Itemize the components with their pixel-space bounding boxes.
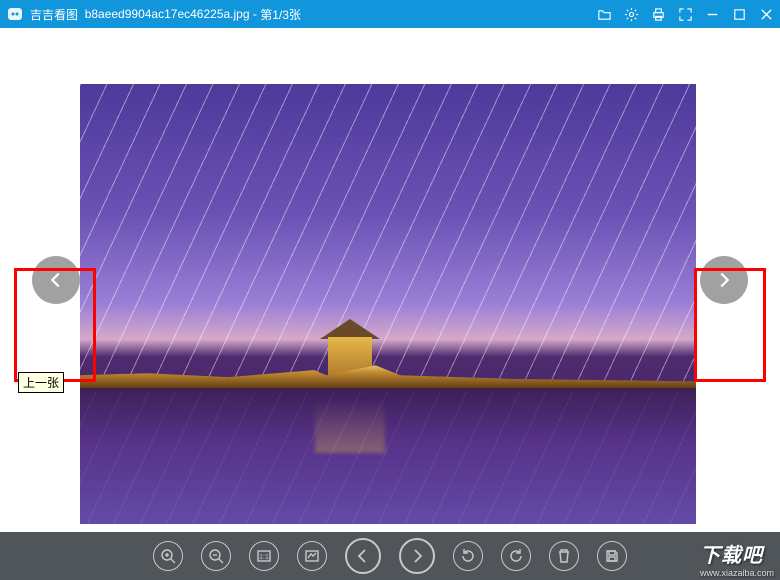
toolbar-next-button[interactable] bbox=[399, 538, 435, 574]
prev-tooltip: 上一张 bbox=[18, 372, 64, 393]
watermark-url: www.xiazaiba.com bbox=[700, 568, 774, 578]
watermark-brand: 下载吧 bbox=[700, 545, 763, 567]
gear-icon[interactable] bbox=[624, 7, 639, 22]
rotate-right-button[interactable] bbox=[501, 541, 531, 571]
annotation-box-right bbox=[694, 268, 766, 382]
title-bar: 吉吉看图 b8aeed9904ac17ec46225a.jpg - 第1/3张 bbox=[0, 0, 780, 28]
zoom-in-button[interactable] bbox=[153, 541, 183, 571]
image-viewer: 上一张 bbox=[0, 28, 780, 532]
file-name: b8aeed9904ac17ec46225a.jpg bbox=[85, 7, 250, 21]
toolbar-prev-button[interactable] bbox=[345, 538, 381, 574]
minimize-icon[interactable] bbox=[705, 7, 720, 22]
zoom-out-button[interactable] bbox=[201, 541, 231, 571]
actual-size-button[interactable] bbox=[297, 541, 327, 571]
app-name: 吉吉看图 bbox=[30, 6, 78, 23]
open-folder-icon[interactable] bbox=[597, 7, 612, 22]
delete-button[interactable] bbox=[549, 541, 579, 571]
maximize-icon[interactable] bbox=[732, 7, 747, 22]
rotate-left-button[interactable] bbox=[453, 541, 483, 571]
annotation-box-left bbox=[14, 268, 96, 382]
svg-text:1:1: 1:1 bbox=[259, 554, 269, 561]
displayed-image[interactable] bbox=[80, 84, 696, 524]
position-indicator: 第1/3张 bbox=[260, 6, 301, 23]
print-icon[interactable] bbox=[651, 7, 666, 22]
fullscreen-icon[interactable] bbox=[678, 7, 693, 22]
bottom-toolbar: 1:1 bbox=[0, 532, 780, 580]
save-button[interactable] bbox=[597, 541, 627, 571]
watermark: 下载吧 www.xiazaiba.com bbox=[700, 539, 774, 578]
fit-screen-button[interactable]: 1:1 bbox=[249, 541, 279, 571]
close-icon[interactable] bbox=[759, 7, 774, 22]
app-logo-icon bbox=[6, 5, 24, 23]
